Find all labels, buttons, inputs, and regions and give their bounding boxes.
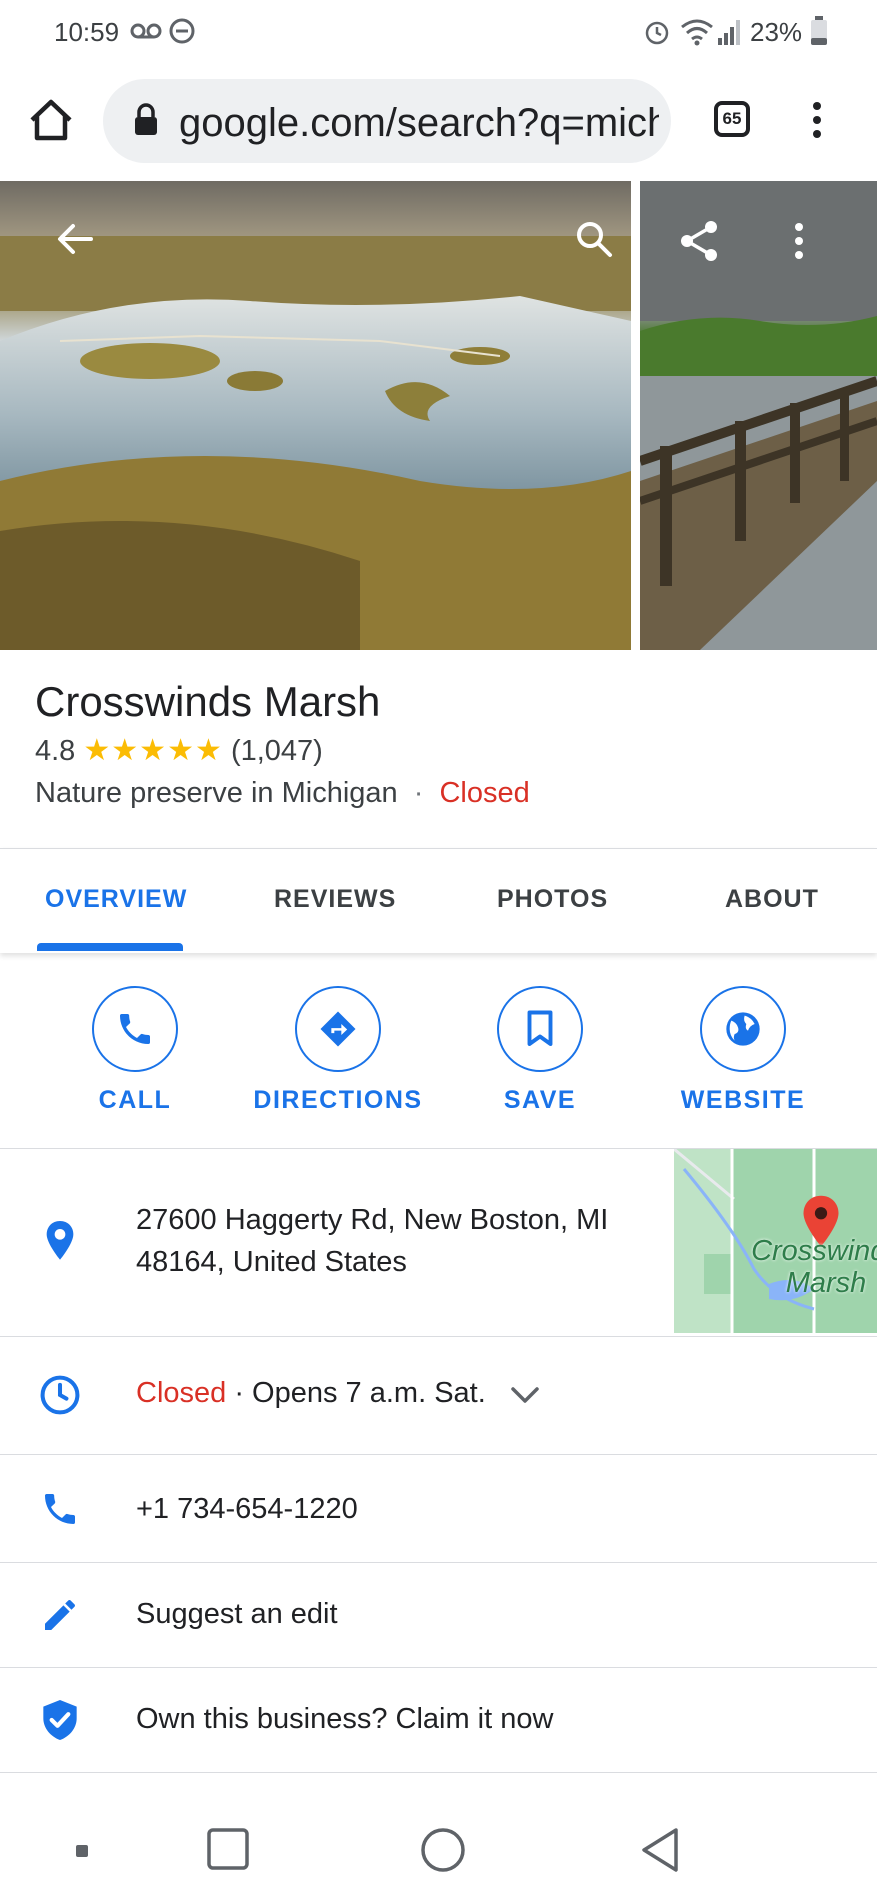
clock-icon xyxy=(38,1373,82,1417)
map-label-line-1: Crosswinds xyxy=(751,1235,877,1267)
signal-icon xyxy=(718,20,740,45)
tab-about[interactable]: ABOUT xyxy=(725,885,819,914)
more-options-icon[interactable] xyxy=(792,221,806,261)
suggest-edit-row[interactable]: Suggest an edit xyxy=(0,1563,877,1667)
review-count[interactable]: (1,047) xyxy=(231,735,323,767)
search-icon[interactable] xyxy=(574,219,614,259)
address-row[interactable]: 27600 Haggerty Rd, New Boston, MI 48164,… xyxy=(0,1149,674,1336)
map-thumbnail[interactable]: Crosswinds Marsh xyxy=(674,1149,877,1335)
save-label: SAVE xyxy=(503,1086,577,1114)
hours-row[interactable]: Closed · Opens 7 a.m. Sat. xyxy=(0,1337,877,1454)
lock-icon xyxy=(135,103,157,135)
status-bar: 10:59 23% xyxy=(0,0,877,62)
hours-status: Closed xyxy=(136,1377,227,1409)
address-line-2: 48164, United States xyxy=(136,1246,407,1278)
phone-number: +1 734-654-1220 xyxy=(136,1493,358,1525)
directions-button[interactable]: DIRECTIONS xyxy=(243,986,433,1115)
location-pin-icon xyxy=(38,1219,82,1263)
hours-text: Closed · Opens 7 a.m. Sat. xyxy=(136,1377,486,1410)
system-nav-bar xyxy=(0,1800,877,1900)
recent-apps-icon[interactable] xyxy=(206,1827,250,1871)
tab-overview[interactable]: OVERVIEW xyxy=(45,885,187,914)
divider xyxy=(0,1772,877,1773)
globe-icon xyxy=(726,1012,760,1046)
chevron-down-icon[interactable] xyxy=(510,1385,540,1405)
tab-reviews[interactable]: REVIEWS xyxy=(274,885,396,914)
directions-icon xyxy=(320,1011,356,1047)
place-category: Nature preserve in Michigan xyxy=(35,777,398,809)
back-arrow-icon[interactable] xyxy=(57,223,93,255)
share-icon[interactable] xyxy=(678,219,720,263)
suggest-edit-text: Suggest an edit xyxy=(136,1598,338,1630)
call-button-circle xyxy=(92,986,178,1072)
nav-dot-icon xyxy=(76,1845,88,1857)
home-icon[interactable] xyxy=(28,98,74,142)
save-button-circle xyxy=(497,986,583,1072)
website-label: WEBSITE xyxy=(680,1086,806,1114)
map-label-line-2: Marsh xyxy=(785,1267,867,1299)
place-photo-secondary[interactable] xyxy=(640,181,877,650)
pencil-icon xyxy=(38,1593,82,1637)
battery-icon xyxy=(811,16,827,45)
verified-shield-icon xyxy=(38,1698,82,1742)
place-photo-main[interactable] xyxy=(0,181,631,650)
website-button-circle xyxy=(700,986,786,1072)
phone-icon xyxy=(38,1487,82,1531)
back-nav-icon[interactable] xyxy=(638,1826,682,1874)
map-place-label: Crosswinds Marsh xyxy=(746,1235,877,1299)
claim-business-row[interactable]: Own this business? Claim it now xyxy=(0,1668,877,1772)
open-status: Closed xyxy=(439,777,530,809)
battery-percent: 23% xyxy=(750,17,803,47)
wifi-icon xyxy=(681,19,713,46)
tab-photos[interactable]: PHOTOS xyxy=(497,885,608,914)
marsh-aerial-image xyxy=(0,181,631,650)
alarm-icon xyxy=(645,21,669,45)
phone-icon xyxy=(120,1014,150,1044)
save-button[interactable]: SAVE xyxy=(445,986,635,1115)
separator-dot: · xyxy=(413,777,424,809)
address-bar[interactable]: google.com/search?q=michi xyxy=(103,79,671,163)
active-tab-indicator xyxy=(37,943,183,951)
star-rating-icon: ★★★★★ xyxy=(83,734,223,767)
tab-switcher-button[interactable]: 65 xyxy=(714,101,750,137)
rating-value: 4.8 xyxy=(35,735,76,767)
place-name: Crosswinds Marsh xyxy=(35,678,381,725)
claim-business-text: Own this business? Claim it now xyxy=(136,1703,554,1735)
boardwalk-image xyxy=(640,181,877,650)
directions-label: DIRECTIONS xyxy=(253,1086,423,1114)
do-not-disturb-icon xyxy=(169,18,195,44)
voicemail-icon xyxy=(130,23,162,39)
url-text: google.com/search?q=michi xyxy=(179,101,659,145)
website-button[interactable]: WEBSITE xyxy=(648,986,838,1115)
status-time: 10:59 xyxy=(54,17,120,47)
call-label: CALL xyxy=(98,1086,172,1114)
call-button[interactable]: CALL xyxy=(40,986,230,1115)
browser-menu-icon[interactable] xyxy=(808,100,826,140)
hours-detail: · Opens 7 a.m. Sat. xyxy=(234,1377,486,1409)
directions-button-circle xyxy=(295,986,381,1072)
home-nav-icon[interactable] xyxy=(420,1827,466,1873)
place-tabs: OVERVIEW REVIEWS PHOTOS ABOUT xyxy=(0,848,877,953)
phone-row[interactable]: +1 734-654-1220 xyxy=(0,1455,877,1562)
rating-row: 4.8 ★★★★★ (1,047) xyxy=(35,733,323,768)
category-row: Nature preserve in Michigan · Closed xyxy=(35,777,530,810)
bookmark-icon xyxy=(527,1010,553,1046)
address-line-1: 27600 Haggerty Rd, New Boston, MI xyxy=(136,1204,609,1236)
